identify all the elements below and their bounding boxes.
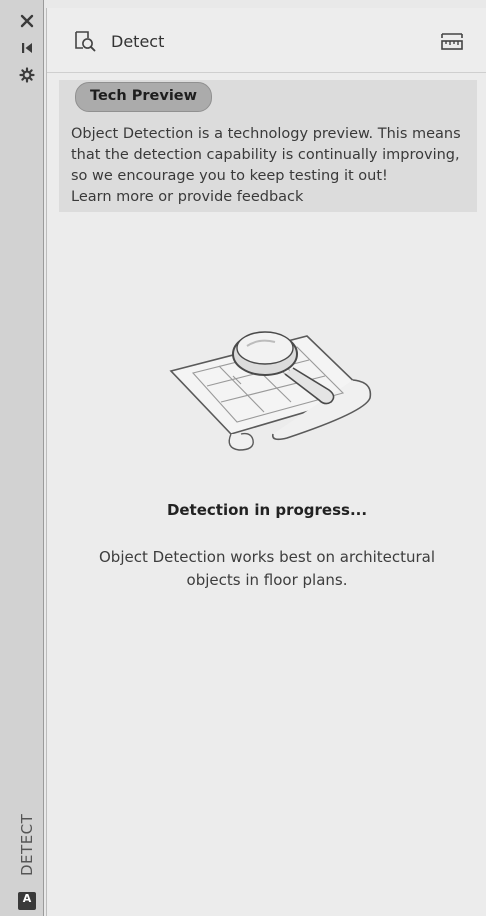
vertical-palette-label: DETECT [18,813,36,876]
detect-panel: Detect Tech Preview Object Detection is … [46,8,486,916]
detect-icon [73,29,97,53]
tech-preview-message-block: Object Detection is a technology preview… [71,124,471,208]
feedback-link[interactable]: Learn more or provide feedback [71,187,471,208]
settings-icon[interactable] [16,64,38,86]
magnifier-over-floorplan-icon [167,316,377,456]
tech-preview-message: Object Detection is a technology preview… [71,126,461,184]
tech-preview-notice: Tech Preview Object Detection is a techn… [59,80,477,212]
panel-title: Detect [111,32,165,51]
close-icon[interactable] [16,10,38,32]
panel-header: Detect [47,8,486,73]
detection-description: Object Detection works best on architect… [98,548,436,589]
tech-preview-badge: Tech Preview [75,82,213,112]
palette-side-strip: DETECT A [0,0,44,916]
ruler-icon[interactable] [439,29,465,53]
app-logo-icon: A [18,892,36,910]
collapse-icon[interactable] [16,37,38,59]
detection-status: Detection in progress... [166,501,368,519]
